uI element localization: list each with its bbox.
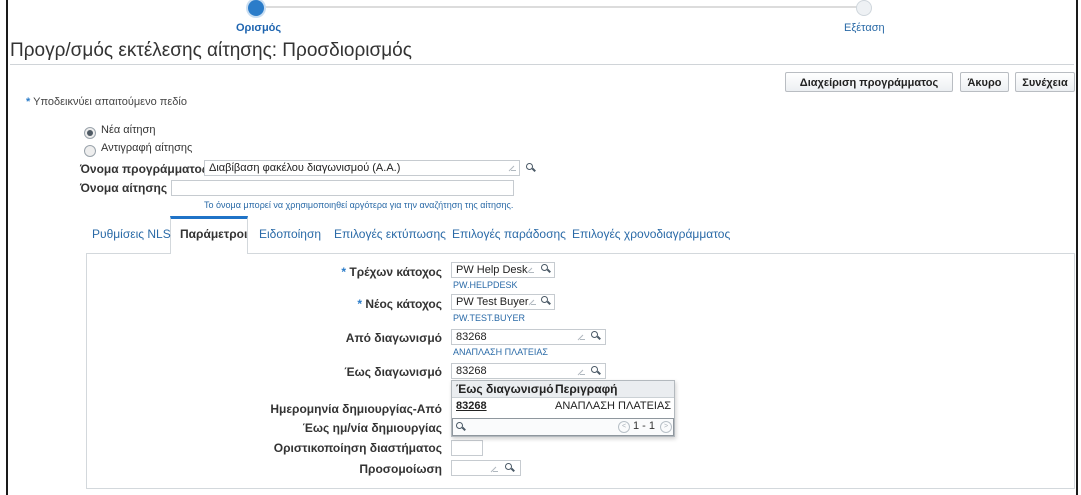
- window-frame-left: [6, 0, 8, 495]
- new-owner-value: PW Test Buyer: [456, 296, 529, 308]
- current-owner-value: PW Help Desk: [456, 264, 528, 276]
- simulation-label: Προσομοίωση: [359, 462, 442, 476]
- tab-parameters[interactable]: Παράμετροι: [180, 227, 247, 241]
- train-step-define-dot: [248, 0, 264, 16]
- lov-previous-icon[interactable]: <: [618, 421, 630, 433]
- current-owner-code: PW.HELPDESK: [453, 280, 518, 290]
- lov-column-description[interactable]: Περιγραφή: [555, 382, 618, 396]
- from-tender-desc: ΑΝΑΠΛΑΣΗ ΠΛΑΤΕΙΑΣ: [453, 347, 548, 357]
- created-to-label: Έως ημ/νία δημιουργίας: [302, 421, 442, 435]
- new-request-radio[interactable]: [84, 127, 96, 139]
- new-owner-input[interactable]: PW Test Buyer: [451, 294, 555, 310]
- clear-icon[interactable]: [528, 298, 536, 306]
- search-icon[interactable]: [591, 366, 600, 375]
- from-tender-value: 83268: [456, 331, 487, 343]
- search-icon[interactable]: [526, 163, 535, 172]
- train-progress-line: [255, 6, 863, 8]
- train-step-review-label[interactable]: Εξέταση: [844, 22, 885, 34]
- search-icon[interactable]: [505, 463, 514, 472]
- lov-column-tender[interactable]: Έως διαγωνισμό: [456, 382, 554, 396]
- lov-next-icon[interactable]: >: [660, 421, 672, 433]
- lov-row-description[interactable]: ΑΝΑΠΛΑΣΗ ΠΛΑΤΕΙΑΣ: [555, 400, 671, 412]
- copy-request-label[interactable]: Αντιγραφή αίτησης: [101, 142, 192, 154]
- required-star-icon: *: [341, 265, 347, 279]
- search-icon[interactable]: [591, 331, 600, 340]
- cancel-button[interactable]: Άκυρο: [960, 72, 1009, 92]
- tab-print-options[interactable]: Επιλογές εκτύπωσης: [334, 227, 446, 241]
- tab-notification[interactable]: Ειδοποίηση: [259, 227, 321, 241]
- window-frame-right: [1076, 0, 1078, 495]
- required-field-note: * Υποδεικνύει απαιτούμενο πεδίο: [26, 96, 187, 108]
- required-star-icon: *: [357, 297, 363, 311]
- lov-row-tender-link[interactable]: 83268: [456, 400, 487, 412]
- request-name-label: Όνομα αίτησης: [80, 181, 168, 195]
- search-icon[interactable]: [541, 264, 550, 273]
- request-name-input[interactable]: [171, 180, 514, 196]
- page-title: Προγρ/σμός εκτέλεσης αίτησης: Προσδιορισ…: [10, 40, 412, 61]
- train-step-define-label: Ορισμός: [236, 22, 282, 34]
- train-step-review-dot[interactable]: [856, 0, 872, 16]
- copy-request-radio[interactable]: [84, 145, 96, 157]
- search-icon[interactable]: [541, 296, 550, 305]
- clear-icon[interactable]: [508, 164, 516, 172]
- to-tender-value: 83268: [456, 365, 487, 377]
- continue-button[interactable]: Συνέχεια: [1015, 72, 1075, 92]
- new-request-label[interactable]: Νέα αίτηση: [101, 124, 155, 136]
- clear-icon[interactable]: [490, 465, 498, 473]
- current-owner-label: * Τρέχων κάτοχος: [341, 265, 442, 279]
- clear-icon[interactable]: [526, 266, 534, 274]
- required-star-icon: *: [26, 96, 31, 108]
- lov-result-range: 1 - 1: [633, 420, 656, 432]
- request-name-hint: Το όνομα μπορεί να χρησιμοποιηθεί αργότε…: [204, 200, 514, 210]
- program-name-label: Όνομα προγράμματος: [80, 162, 209, 176]
- new-owner-code: PW.TEST.BUYER: [453, 313, 526, 323]
- new-owner-label: * Νέος κάτοχος: [357, 297, 442, 311]
- new-owner-label-text: Νέος κάτοχος: [365, 297, 442, 311]
- tab-delivery-options[interactable]: Επιλογές παράδοσης: [452, 227, 566, 241]
- to-tender-label: Έως διαγωνισμό: [344, 365, 442, 379]
- manage-program-button[interactable]: Διαχείριση προγράμματος: [785, 72, 953, 92]
- interval-label: Οριστικοποίηση διαστήματος: [273, 441, 442, 455]
- created-from-label: Ημερομηνία δημιουργίας-Από: [270, 402, 442, 416]
- interval-input[interactable]: [451, 440, 483, 456]
- required-note-text: Υποδεικνύει απαιτούμενο πεδίο: [33, 96, 187, 108]
- tab-nls-settings[interactable]: Ρυθμίσεις NLS: [92, 227, 171, 241]
- clear-icon[interactable]: [577, 368, 585, 376]
- program-name-input[interactable]: Διαβίβαση φακέλου διαγωνισμού (Α.Α.): [204, 160, 520, 176]
- tab-schedule-options[interactable]: Επιλογές χρονοδιαγράμματος: [572, 227, 730, 241]
- search-icon: [456, 422, 465, 431]
- current-owner-input[interactable]: PW Help Desk: [451, 262, 555, 278]
- current-owner-label-text: Τρέχων κάτοχος: [349, 265, 442, 279]
- title-divider: [10, 64, 1074, 65]
- from-tender-label: Από διαγωνισμό: [345, 331, 442, 345]
- clear-icon[interactable]: [577, 333, 585, 341]
